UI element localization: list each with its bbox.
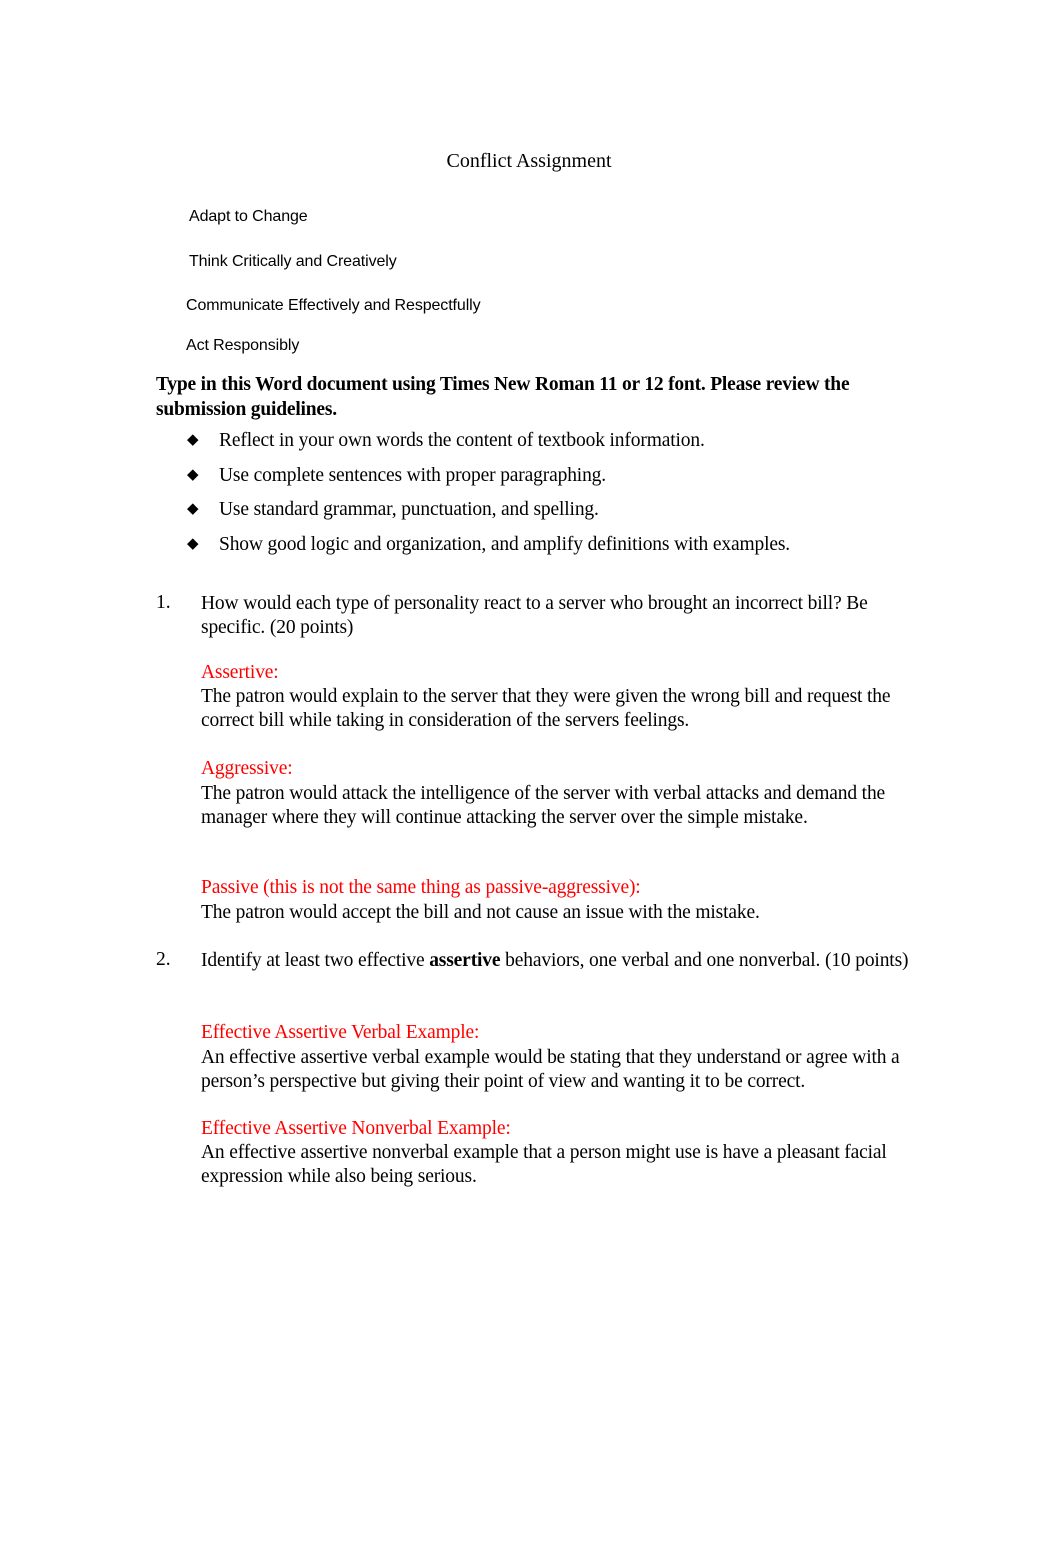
- question-1-number: 1.: [156, 592, 171, 613]
- diamond-icon: ◆: [187, 467, 199, 483]
- guideline-text: Show good logic and organization, and am…: [219, 534, 791, 555]
- answer-label-nonverbal-example: Effective Assertive Nonverbal Example:: [201, 1118, 511, 1139]
- diamond-icon: ◆: [187, 432, 199, 448]
- answer-text-nonverbal-example: An effective assertive nonverbal example…: [201, 1142, 887, 1187]
- question-2-text-start: Identify at least two effective: [201, 950, 430, 971]
- question-2-bold-term: assertive: [429, 950, 501, 971]
- answer-text-aggressive: The patron would attack the intelligence…: [201, 783, 886, 828]
- guideline-item: ◆ Reflect in your own words the content o…: [187, 430, 705, 452]
- diamond-icon: ◆: [187, 536, 199, 552]
- question-2-number: 2.: [156, 949, 171, 970]
- answer-text-verbal-example: An effective assertive verbal example wo…: [201, 1047, 900, 1092]
- skill-act-responsibly: Act Responsibly: [186, 337, 300, 354]
- skill-adapt-to-change: Adapt to Change: [189, 208, 308, 225]
- guideline-item: ◆ Use complete sentences with proper para…: [187, 465, 606, 487]
- submission-instructions: Type in this Word document using Times N…: [156, 374, 850, 420]
- skill-think-critically: Think Critically and Creatively: [189, 253, 397, 270]
- question-1-text: How would each type of personality react…: [201, 593, 868, 638]
- guideline-text: Reflect in your own words the content of…: [219, 430, 705, 451]
- answer-label-aggressive: Aggressive:: [201, 758, 293, 779]
- question-2-text-end: behaviors, one verbal and one nonverbal.…: [500, 950, 909, 971]
- guideline-item: ◆ Use standard grammar, punctuation, and …: [187, 499, 599, 521]
- question-2-text: Identify at least two effective assertiv…: [201, 949, 921, 973]
- diamond-icon: ◆: [187, 501, 199, 517]
- answer-label-passive: Passive (this is not the same thing as p…: [201, 877, 641, 898]
- guideline-text: Use standard grammar, punctuation, and s…: [219, 499, 599, 520]
- answer-text-assertive: The patron would explain to the server t…: [201, 686, 891, 731]
- answer-label-assertive: Assertive:: [201, 662, 279, 683]
- skill-communicate-effectively: Communicate Effectively and Respectfully: [186, 297, 481, 314]
- answer-text-passive: The patron would accept the bill and not…: [201, 902, 760, 923]
- answer-label-verbal-example: Effective Assertive Verbal Example:: [201, 1022, 480, 1043]
- document-title: Conflict Assignment: [446, 150, 612, 172]
- guideline-text: Use complete sentences with proper parag…: [219, 465, 606, 486]
- guideline-item: ◆ Show good logic and organization, and a…: [187, 534, 790, 556]
